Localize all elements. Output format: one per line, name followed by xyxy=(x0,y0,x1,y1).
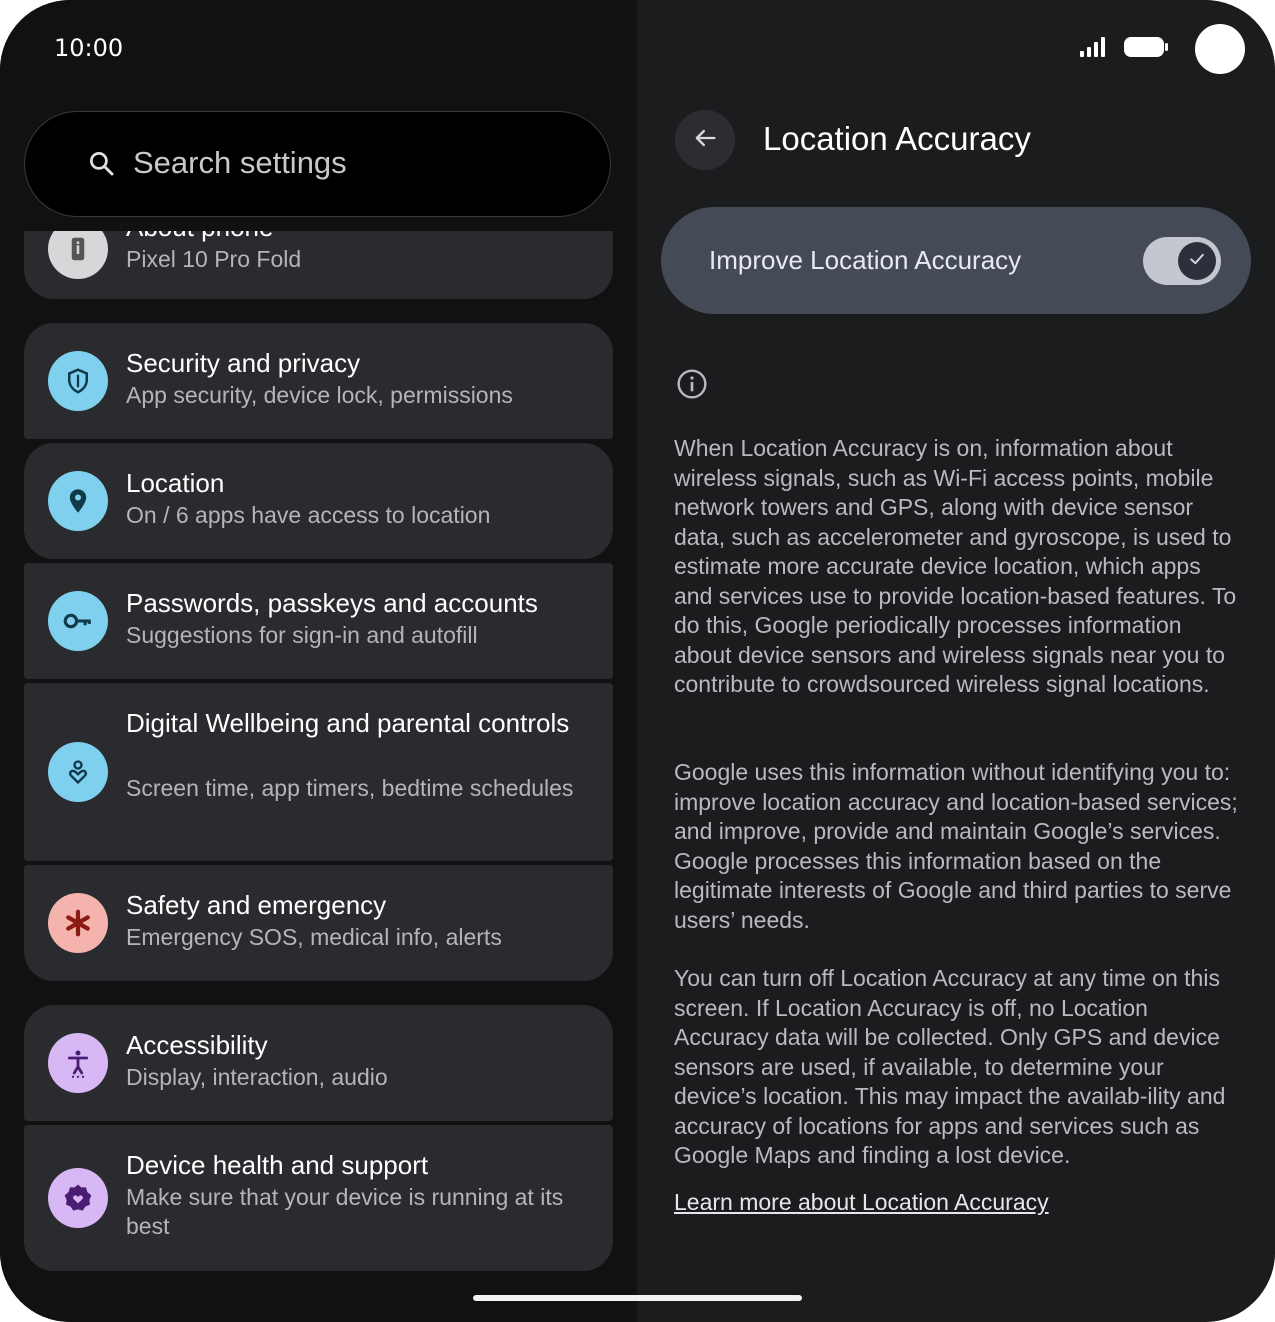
description-paragraph: You can turn off Location Accuracy at an… xyxy=(674,965,1226,1168)
search-input[interactable]: Search settings xyxy=(133,145,347,181)
arrow-back-icon xyxy=(691,124,719,157)
settings-item-title: Passwords, passkeys and accounts xyxy=(126,588,538,618)
search-icon xyxy=(87,149,117,184)
settings-item-title: Digital Wellbeing and parental controls xyxy=(126,708,570,738)
device-health-icon xyxy=(48,1168,108,1228)
toggle-knob xyxy=(1178,242,1216,280)
settings-item-accessibility[interactable]: Accessibility Display, interaction, audi… xyxy=(24,1005,613,1121)
settings-item-title: About phone xyxy=(126,231,596,244)
settings-item-passwords[interactable]: Passwords, passkeys and accounts Suggest… xyxy=(24,563,613,679)
signal-icon xyxy=(1079,36,1109,63)
settings-item-subtitle: Emergency SOS, medical info, alerts xyxy=(126,924,502,950)
settings-item-title: Accessibility xyxy=(126,1030,268,1060)
settings-item-device-health[interactable]: Device health and support Make sure that… xyxy=(24,1125,613,1271)
search-bar[interactable]: Search settings xyxy=(24,111,611,217)
settings-item-title: Safety and emergency xyxy=(126,890,387,920)
settings-item-safety[interactable]: Safety and emergency Emergency SOS, medi… xyxy=(24,865,613,981)
settings-item-location[interactable]: Location On / 6 apps have access to loca… xyxy=(24,443,613,559)
settings-item-security[interactable]: Security and privacy App security, devic… xyxy=(24,323,613,439)
shield-icon xyxy=(48,351,108,411)
asterisk-icon xyxy=(48,893,108,953)
page-title: Location Accuracy xyxy=(763,120,1031,157)
location-pin-icon xyxy=(48,471,108,531)
settings-item-about-phone[interactable]: About phone Pixel 10 Pro Fold xyxy=(24,231,613,299)
settings-item-title: Location xyxy=(126,468,225,498)
settings-item-subtitle: On / 6 apps have access to location xyxy=(126,502,491,528)
settings-list[interactable]: About phone Pixel 10 Pro Fold Security a… xyxy=(24,231,614,1291)
info-icon xyxy=(676,368,708,405)
settings-item-digital-wellbeing[interactable]: Digital Wellbeing and parental controls … xyxy=(24,683,613,861)
device-frame: 10:00 Search settings About phone Pixel … xyxy=(0,0,1275,1322)
battery-icon xyxy=(1123,35,1169,64)
learn-more-link[interactable]: Learn more about Location Accuracy xyxy=(674,1189,1049,1216)
accessibility-icon xyxy=(48,1033,108,1093)
status-time: 10:00 xyxy=(54,34,124,62)
status-icons xyxy=(1079,24,1245,74)
wellbeing-icon xyxy=(48,742,108,802)
settings-item-title: Device health and support xyxy=(126,1150,429,1180)
back-button[interactable] xyxy=(675,110,735,170)
key-icon xyxy=(48,591,108,651)
settings-pane: 10:00 Search settings About phone Pixel … xyxy=(0,0,637,1322)
settings-item-subtitle: Screen time, app timers, bedtime schedul… xyxy=(126,775,574,801)
settings-item-subtitle: Suggestions for sign-in and autofill xyxy=(126,622,478,648)
improve-accuracy-toggle[interactable] xyxy=(1143,237,1221,285)
settings-item-subtitle: Make sure that your device is running at… xyxy=(126,1184,564,1239)
settings-item-subtitle: App security, device lock, permissions xyxy=(126,382,513,408)
toggle-label: Improve Location Accuracy xyxy=(709,245,1022,275)
settings-item-title: Security and privacy xyxy=(126,348,361,378)
home-indicator[interactable] xyxy=(473,1295,802,1301)
description-paragraph: Google uses this information without ide… xyxy=(674,759,1238,933)
settings-item-subtitle: Display, interaction, audio xyxy=(126,1064,388,1090)
description-paragraph: When Location Accuracy is on, informatio… xyxy=(674,435,1237,697)
check-icon xyxy=(1187,249,1207,274)
settings-item-subtitle: Pixel 10 Pro Fold xyxy=(126,246,302,272)
improve-accuracy-row[interactable]: Improve Location Accuracy xyxy=(661,207,1251,314)
front-camera xyxy=(1195,24,1245,74)
phone-info-icon xyxy=(48,231,108,279)
